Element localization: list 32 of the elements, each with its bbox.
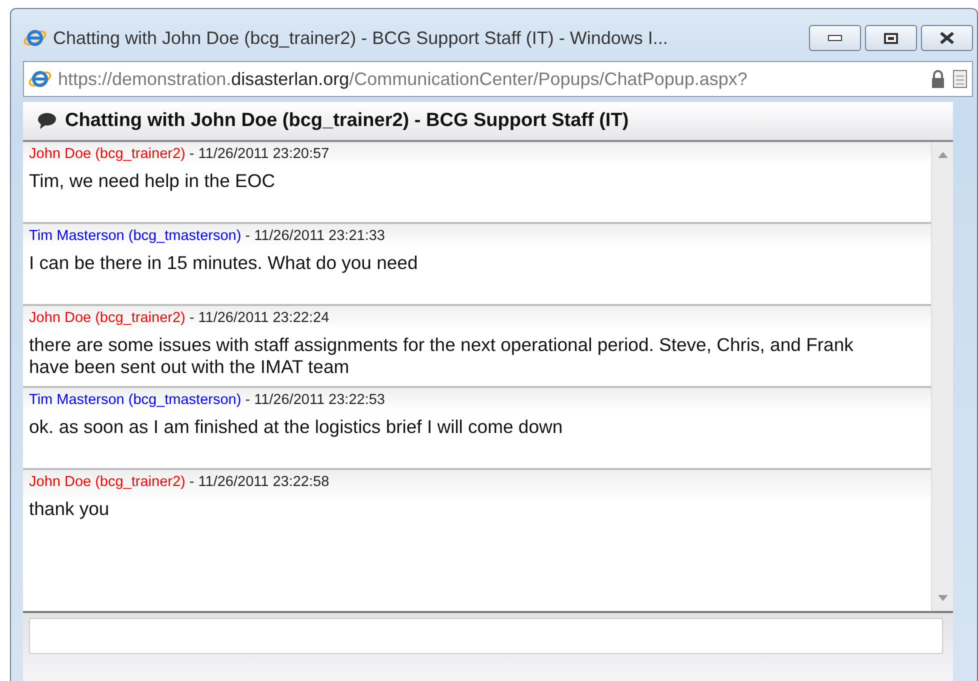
- minimize-icon: [828, 35, 842, 41]
- message-text: thank you: [29, 498, 110, 520]
- url-text: https://demonstration.disasterlan.org/CommunicationCenter/Popups/ChatPopup.aspx?: [58, 68, 748, 90]
- sender-name: Tim Masterson (bcg_tmasterson): [29, 392, 242, 408]
- close-button[interactable]: [921, 25, 973, 51]
- restore-button[interactable]: [865, 25, 917, 51]
- message-time: - 11/26/2011 23:22:24: [188, 310, 330, 326]
- message-text: I can be there in 15 minutes. What do you need: [29, 252, 419, 274]
- minimize-button[interactable]: [809, 25, 861, 51]
- message-text: ok. as soon as I am finished at the logistics brief I will come down: [29, 416, 564, 438]
- restore-icon: [884, 32, 898, 44]
- chat-title: Chatting with John Doe (bcg_trainer2) - BCG Support Staff (IT): [65, 110, 629, 132]
- sender-name: John Doe (bcg_trainer2): [29, 474, 186, 490]
- close-icon: [939, 32, 955, 44]
- sender-name: John Doe (bcg_trainer2): [29, 146, 186, 162]
- message-text: there are some issues with staff assignments for the next operational period. Steve, Chris, and Frank have been sent out with the IMAT team: [29, 334, 854, 378]
- page-icon: [952, 69, 968, 89]
- scroll-up-icon[interactable]: [938, 152, 948, 158]
- message-time: - 11/26/2011 23:22:53: [244, 392, 385, 408]
- message-time: - 11/26/2011 23:22:58: [188, 474, 330, 490]
- scrollbar[interactable]: [931, 142, 953, 611]
- sender-name: John Doe (bcg_trainer2): [29, 310, 186, 326]
- sender-name: Tim Masterson (bcg_tmasterson): [29, 228, 242, 244]
- message-input[interactable]: [29, 618, 943, 654]
- address-bar[interactable]: https://demonstration.disasterlan.org/CommunicationCenter/Popups/ChatPopup.aspx?: [23, 61, 973, 97]
- window-title: Chatting with John Doe (bcg_trainer2) - BCG Support Staff (IT) - Windows I...: [53, 28, 669, 48]
- scroll-down-icon[interactable]: [938, 595, 948, 601]
- message-time: - 11/26/2011 23:21:33: [244, 228, 385, 244]
- message-text: Tim, we need help in the EOC: [29, 170, 276, 192]
- speech-bubble-icon: [37, 112, 57, 130]
- message-time: - 11/26/2011 23:20:57: [188, 146, 330, 162]
- lock-icon: [930, 69, 946, 89]
